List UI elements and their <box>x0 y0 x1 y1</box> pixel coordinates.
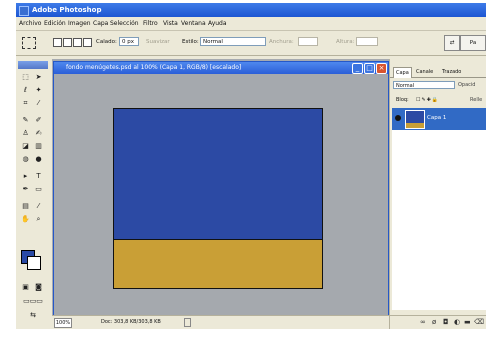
new-selection-icon[interactable] <box>53 38 62 47</box>
lasso-tool-icon[interactable]: ℓ <box>21 86 30 94</box>
clone-stamp-icon[interactable]: ♙ <box>21 129 30 137</box>
intersect-selection-icon[interactable] <box>83 38 92 47</box>
layer-name[interactable]: Capa 1 <box>427 115 446 121</box>
layer-list-empty <box>392 130 486 310</box>
add-selection-icon[interactable] <box>63 38 72 47</box>
minimize-icon[interactable]: _ <box>352 63 363 74</box>
crop-tool-icon[interactable]: ⌗ <box>21 99 30 107</box>
quickmask-icon[interactable]: ▣ <box>21 283 30 291</box>
delete-layer-icon[interactable]: ⌫ <box>474 319 484 326</box>
photoshop-logo-icon <box>19 6 29 16</box>
type-tool-icon[interactable]: T <box>34 172 43 180</box>
layers-panel: Capa Canale Trazado Normal Opacid Bloq: … <box>389 59 486 329</box>
menu-ventana[interactable]: Ventana <box>181 20 206 27</box>
menu-seleccion[interactable]: Selección <box>110 20 139 27</box>
menu-vista[interactable]: Vista <box>163 20 178 27</box>
history-brush-icon[interactable]: ✍ <box>34 129 43 137</box>
fill-label: Relle <box>470 97 483 103</box>
link-layers-icon[interactable]: ∞ <box>420 319 426 326</box>
blur-tool-icon[interactable]: ◍ <box>21 155 30 163</box>
lock-icons[interactable]: ☐✎✚🔒 <box>416 97 439 103</box>
photoshop-window: Adobe Photoshop Archivo Edición Imagen C… <box>16 3 486 329</box>
tab-trazados[interactable]: Trazado <box>440 67 463 77</box>
tab-capas[interactable]: Capa <box>393 67 412 78</box>
zoom-field[interactable]: 100% <box>54 318 72 328</box>
canvas-blue-area[interactable] <box>113 108 323 239</box>
brush-tool-icon[interactable]: ✐ <box>34 116 43 124</box>
opacity-label: Opacid <box>458 82 476 88</box>
pen-tool-icon[interactable]: ✒ <box>21 185 30 193</box>
feather-input[interactable]: 0 px <box>119 37 139 46</box>
menu-edicion[interactable]: Edición <box>44 20 66 27</box>
palette-well-icon[interactable]: ⇄ <box>444 35 460 51</box>
menu-filtro[interactable]: Filtro <box>143 20 158 27</box>
marquee-tool-icon[interactable]: ⬚ <box>21 73 30 81</box>
window-title: Adobe Photoshop <box>32 6 102 14</box>
healing-brush-icon[interactable]: ✎ <box>21 116 30 124</box>
menu-ayuda[interactable]: Ayuda <box>208 20 227 27</box>
move-tool-icon[interactable]: ➤ <box>34 73 43 81</box>
layer-thumbnail <box>405 110 425 129</box>
layer-style-icon[interactable]: ø <box>432 319 436 326</box>
document-window: fondo menúgetes.psd al 100% (Capa 1, RGB… <box>53 61 389 319</box>
imageready-icon[interactable]: ⇆ <box>18 311 48 319</box>
magic-wand-icon[interactable]: ✦ <box>34 86 43 94</box>
style-label: Estilo: <box>182 39 199 45</box>
document-title: fondo menúgetes.psd al 100% (Capa 1, RGB… <box>66 64 242 71</box>
standard-mode-icon[interactable]: ◙ <box>34 283 43 291</box>
new-group-icon[interactable]: ▬ <box>464 319 471 326</box>
eye-icon[interactable] <box>395 115 401 121</box>
menu-capa[interactable]: Capa <box>93 20 108 27</box>
close-icon[interactable]: × <box>376 63 387 74</box>
path-selection-icon[interactable]: ▸ <box>21 172 30 180</box>
layer-row[interactable]: Capa 1 <box>392 108 486 130</box>
document-area: fondo menúgetes.psd al 100% (Capa 1, RGB… <box>52 59 389 319</box>
background-color-swatch[interactable] <box>27 256 41 270</box>
rectangular-marquee-icon[interactable] <box>22 37 36 49</box>
panel-tabs: Capa Canale Trazado <box>390 67 486 78</box>
palette-button[interactable]: Pa <box>460 35 486 51</box>
width-label: Anchura: <box>269 39 294 45</box>
screen-mode-icon[interactable]: ▭▭▭ <box>18 297 48 305</box>
feather-label: Calado: <box>96 39 117 45</box>
zoom-tool-icon[interactable]: ⌕ <box>34 215 43 223</box>
lock-label: Bloq: <box>396 97 409 103</box>
title-bar: Adobe Photoshop <box>16 3 486 17</box>
canvas-yellow-area[interactable] <box>113 239 323 289</box>
menu-imagen[interactable]: Imagen <box>68 20 91 27</box>
height-input[interactable] <box>356 37 378 46</box>
status-bar: 100% Doc: 303,8 KB/303,8 KB <box>52 315 389 329</box>
hand-tool-icon[interactable]: ✋ <box>21 215 30 223</box>
style-select[interactable]: Normal <box>200 37 266 46</box>
slice-tool-icon[interactable]: ⁄ <box>34 99 43 107</box>
toolbox-header <box>18 61 48 69</box>
tab-canales[interactable]: Canale <box>414 67 435 77</box>
document-titlebar: fondo menúgetes.psd al 100% (Capa 1, RGB… <box>54 62 388 74</box>
blend-mode-select[interactable]: Normal <box>393 81 455 89</box>
options-bar: Calado: 0 px Suavizar Estilo: Normal Anc… <box>16 31 486 56</box>
width-input[interactable] <box>298 37 318 46</box>
doc-size-info: Doc: 303,8 KB/303,8 KB <box>101 319 161 325</box>
antialias-checkbox[interactable]: Suavizar <box>146 39 170 45</box>
panel-footer: ∞ ø ◘ ◐ ▬ ⌫ <box>390 315 486 329</box>
menu-bar: Archivo Edición Imagen Capa Selección Fi… <box>16 17 486 31</box>
subtract-selection-icon[interactable] <box>73 38 82 47</box>
shape-tool-icon[interactable]: ▭ <box>34 185 43 193</box>
layer-mask-icon[interactable]: ◘ <box>443 319 449 326</box>
dodge-tool-icon[interactable]: ● <box>34 155 43 163</box>
eyedropper-icon[interactable]: ⁄ <box>34 202 43 210</box>
toolbox: ⬚ ➤ ℓ ✦ ⌗ ⁄ ✎ ✐ ♙ ✍ ◪ ▥ ◍ ● ▸ T ✒ ▭ ▤ ⁄ … <box>16 59 53 329</box>
eraser-tool-icon[interactable]: ◪ <box>21 142 30 150</box>
height-label: Altura: <box>336 39 355 45</box>
status-menu-arrow-icon[interactable] <box>184 318 191 327</box>
adjustment-layer-icon[interactable]: ◐ <box>454 319 460 326</box>
page-bottom-margin <box>16 329 486 339</box>
gradient-tool-icon[interactable]: ▥ <box>34 142 43 150</box>
notes-tool-icon[interactable]: ▤ <box>21 202 30 210</box>
maximize-icon[interactable]: □ <box>364 63 375 74</box>
menu-archivo[interactable]: Archivo <box>19 20 41 27</box>
